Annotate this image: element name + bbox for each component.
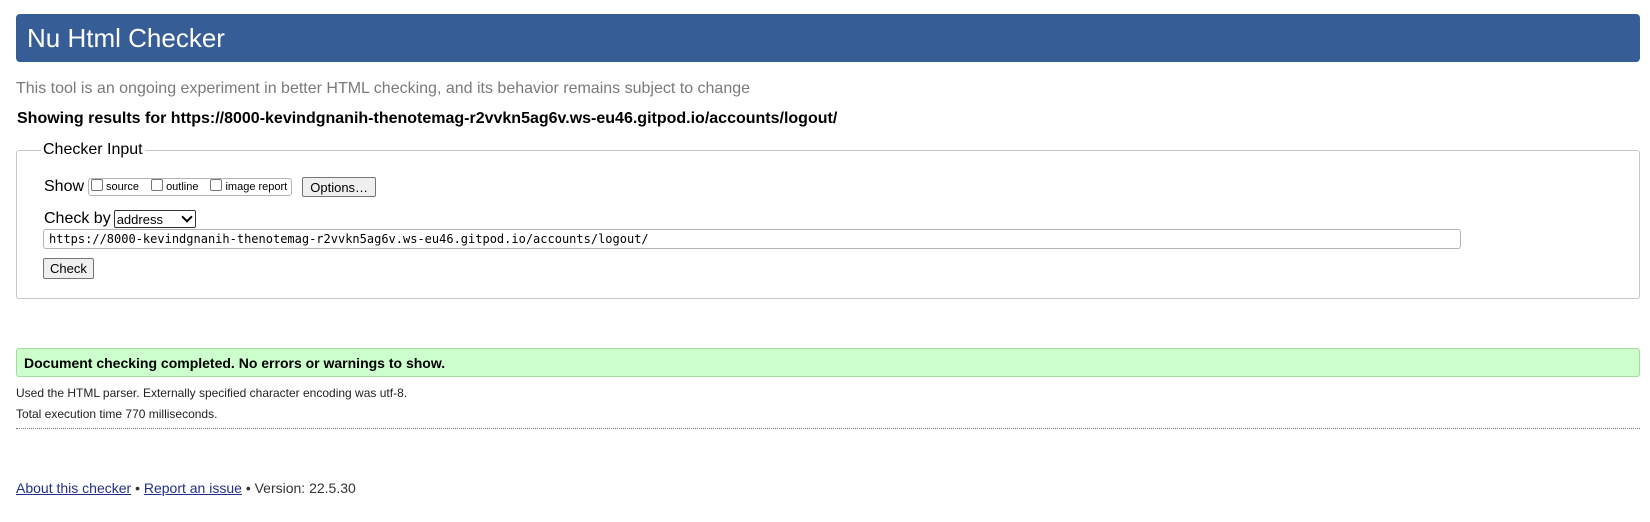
check-by-row: Check by address: [44, 209, 196, 229]
source-checkbox-label: source: [106, 181, 140, 193]
version-text: Version: 22.5.30: [254, 480, 356, 496]
page: Nu Html Checker This tool is an ongoing …: [0, 0, 1650, 522]
show-image-report-option[interactable]: image report: [210, 179, 288, 193]
check-button[interactable]: Check: [43, 258, 94, 279]
options-button[interactable]: Options…: [302, 177, 377, 197]
page-title: Nu Html Checker: [27, 23, 225, 53]
report-issue-link[interactable]: Report an issue: [144, 480, 242, 496]
footer: About this checker • Report an issue • V…: [16, 480, 356, 496]
about-checker-link[interactable]: About this checker: [16, 480, 131, 496]
show-outline-option[interactable]: outline: [151, 179, 199, 193]
outline-checkbox[interactable]: [151, 179, 164, 191]
image-report-checkbox[interactable]: [210, 179, 223, 191]
check-by-selected-value: address: [116, 211, 163, 227]
url-input[interactable]: https://8000-kevindgnanih-thenotemag-r2v…: [43, 229, 1461, 249]
outline-checkbox-label: outline: [166, 181, 199, 193]
check-by-label: Check by: [44, 210, 111, 227]
show-row: Show source outline image report Options…: [44, 176, 377, 198]
image-report-checkbox-label: image report: [225, 181, 288, 193]
results-for-heading: Showing results for https://8000-kevindg…: [17, 110, 838, 127]
checker-input-legend: Checker Input: [41, 141, 145, 159]
execution-time: Total execution time 770 milliseconds.: [16, 407, 218, 421]
check-by-select[interactable]: address: [113, 210, 196, 228]
footer-separator-2: •: [245, 480, 251, 496]
parser-info: Used the HTML parser. Externally specifi…: [16, 386, 408, 400]
source-checkbox[interactable]: [91, 179, 104, 191]
chevron-down-icon: [181, 211, 193, 223]
footer-separator-1: •: [135, 480, 140, 496]
divider: [16, 428, 1640, 429]
header-bar: Nu Html Checker: [16, 14, 1640, 62]
show-options-group: source outline image report: [88, 178, 293, 196]
show-label: Show: [44, 178, 85, 195]
success-message: Document checking completed. No errors o…: [16, 348, 1640, 377]
tool-description: This tool is an ongoing experiment in be…: [16, 80, 751, 97]
show-source-option[interactable]: source: [91, 179, 140, 193]
checker-input-fieldset: Checker Input Show source outline image …: [16, 141, 1640, 299]
